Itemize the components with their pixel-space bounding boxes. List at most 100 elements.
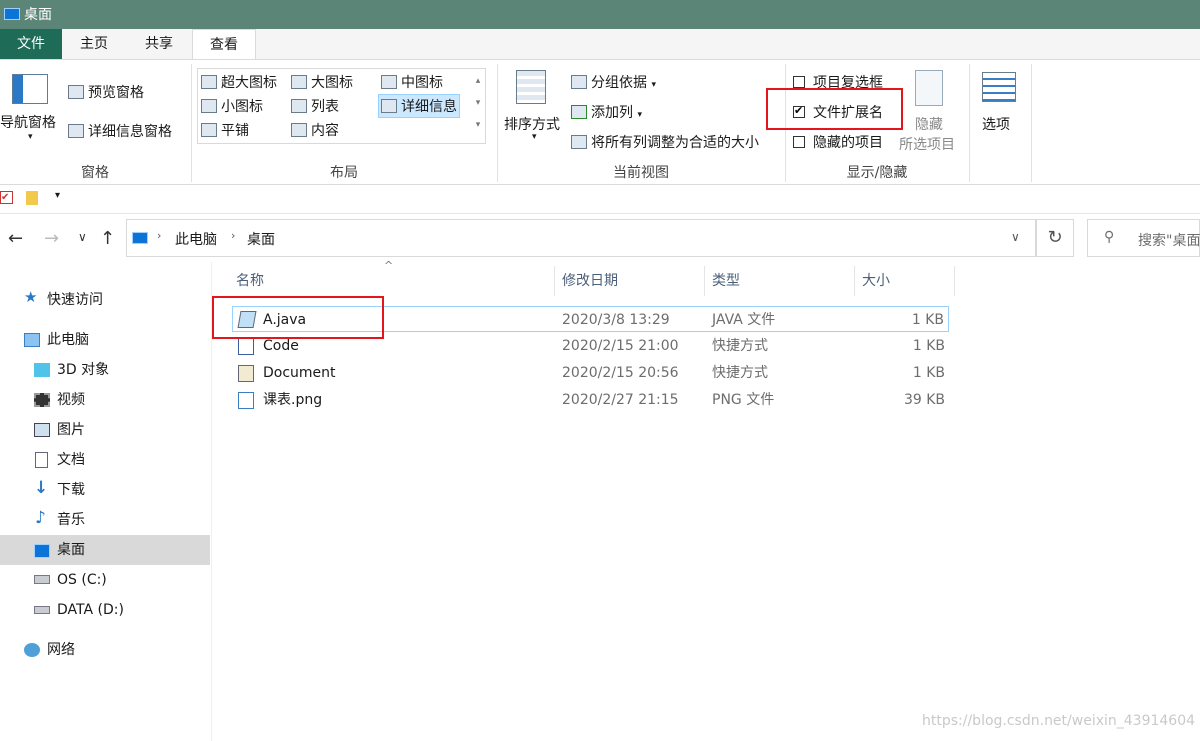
selected-items-label: 所选项目 xyxy=(899,137,955,153)
nav-pane-button[interactable]: 导航窗格 ▾ xyxy=(0,70,62,154)
chevron-down-icon: ▾ xyxy=(532,132,537,142)
details-icon xyxy=(381,99,397,113)
address-dropdown-icon[interactable]: ∨ xyxy=(1011,230,1020,244)
preview-pane-button[interactable]: 预览窗格 xyxy=(68,82,144,102)
column-separator[interactable] xyxy=(554,266,555,296)
sort-by-button[interactable]: 排序方式 ▾ xyxy=(502,68,566,154)
size-columns-icon xyxy=(571,135,587,149)
group-separator xyxy=(1031,64,1032,182)
nav-drive-c[interactable]: OS (C:) xyxy=(0,565,210,595)
nav-pictures[interactable]: 图片 xyxy=(0,415,210,445)
search-box[interactable]: ⚲ 搜索"桌面 xyxy=(1087,219,1200,257)
breadcrumb-this-pc[interactable]: 此电脑 xyxy=(175,229,217,249)
layout-scroll[interactable]: ▴ ▾ ▾ xyxy=(472,70,484,142)
address-bar[interactable]: › 此电脑 › 桌面 ∨ xyxy=(126,219,1036,257)
download-icon: ↓ xyxy=(34,478,49,498)
highlight-box xyxy=(766,88,903,130)
tab-view[interactable]: 查看 xyxy=(192,29,256,59)
breadcrumb-desktop[interactable]: 桌面 xyxy=(247,229,275,249)
document-icon xyxy=(35,452,48,468)
layout-small-icons[interactable]: 小图标 xyxy=(201,96,263,116)
details-pane-button[interactable]: 详细信息窗格 xyxy=(68,121,172,141)
large-icons-icon xyxy=(291,75,307,89)
customize-toolbar-icon[interactable]: ▾ xyxy=(55,190,60,201)
column-header-size[interactable]: 大小 xyxy=(862,266,890,296)
column-separator[interactable] xyxy=(854,266,855,296)
layout-list[interactable]: 列表 xyxy=(291,96,339,116)
tab-file[interactable]: 文件 xyxy=(0,29,62,59)
star-icon: ★ xyxy=(24,288,38,306)
column-separator[interactable] xyxy=(954,266,955,296)
layout-tiles[interactable]: 平铺 xyxy=(201,120,249,140)
size-all-columns-button[interactable]: 将所有列调整为合适的大小 xyxy=(571,132,759,152)
shortcut-icon xyxy=(238,338,254,355)
title-bar: 桌面 xyxy=(0,0,1200,29)
column-separator[interactable] xyxy=(704,266,705,296)
nav-quick-access[interactable]: ★ 快速访问 xyxy=(0,285,210,315)
column-header-date[interactable]: 修改日期 xyxy=(562,266,618,296)
layout-details[interactable]: 详细信息 xyxy=(378,94,460,118)
breadcrumb-chevron-icon: › xyxy=(157,229,162,242)
add-columns-icon xyxy=(571,105,587,119)
properties-icon[interactable]: ✔ xyxy=(0,191,13,204)
content-icon xyxy=(291,123,307,137)
nav-this-pc[interactable]: 此电脑 xyxy=(0,325,210,355)
nav-pane-label: 导航窗格 xyxy=(0,115,56,131)
file-date: 2020/2/27 21:15 xyxy=(562,392,679,408)
nav-drive-d[interactable]: DATA (D:) xyxy=(0,595,210,625)
watermark: https://blog.csdn.net/weixin_43914604 xyxy=(922,713,1196,729)
checkbox xyxy=(793,76,805,88)
add-columns-button[interactable]: 添加列 ▾ xyxy=(571,102,642,122)
nav-3d-objects[interactable]: 3D 对象 xyxy=(0,355,210,385)
file-type: 快捷方式 xyxy=(712,365,768,381)
medium-icons-icon xyxy=(381,75,397,89)
list-icon xyxy=(291,99,307,113)
tab-home[interactable]: 主页 xyxy=(62,29,126,59)
breadcrumb-chevron-icon: › xyxy=(231,229,236,242)
details-pane-icon xyxy=(68,124,84,138)
table-row[interactable]: Document 2020/2/15 20:56 快捷方式 1 KB xyxy=(232,360,949,386)
nav-network[interactable]: 网络 xyxy=(0,635,210,665)
column-header-type[interactable]: 类型 xyxy=(712,266,740,296)
layout-large-icons[interactable]: 大图标 xyxy=(291,72,353,92)
refresh-icon[interactable]: ↻ xyxy=(1036,219,1074,257)
group-label-current-view: 当前视图 xyxy=(613,165,669,181)
nav-music[interactable]: ♪ 音乐 xyxy=(0,505,210,535)
file-type: PNG 文件 xyxy=(712,392,775,408)
recent-locations-icon[interactable]: ∨ xyxy=(78,230,87,244)
hide-selected-button[interactable]: 隐藏 所选项目 xyxy=(899,68,961,154)
layout-content[interactable]: 内容 xyxy=(291,120,339,140)
highlight-box xyxy=(212,296,384,339)
drive-icon xyxy=(34,575,50,584)
options-button[interactable]: 选项 xyxy=(976,68,1024,154)
hide-selected-icon xyxy=(915,70,943,106)
tab-share[interactable]: 共享 xyxy=(126,29,192,59)
sort-by-label: 排序方式 xyxy=(504,117,560,133)
desktop-icon xyxy=(34,544,50,558)
network-icon xyxy=(24,643,40,657)
group-by-icon xyxy=(571,75,587,89)
back-arrow-icon[interactable]: ← xyxy=(8,228,23,249)
column-header-name[interactable]: 名称 xyxy=(236,266,264,296)
table-row[interactable]: 课表.png 2020/2/27 21:15 PNG 文件 39 KB xyxy=(232,387,949,413)
file-size: 1 KB xyxy=(912,365,945,381)
desktop-icon xyxy=(132,232,148,244)
hidden-items-toggle[interactable]: 隐藏的项目 xyxy=(793,132,883,152)
nav-videos[interactable]: 视频 xyxy=(0,385,210,415)
ribbon-tabs: 文件 主页 共享 查看 xyxy=(0,29,1200,59)
nav-downloads[interactable]: ↓ 下载 xyxy=(0,475,210,505)
nav-documents[interactable]: 文档 xyxy=(0,445,210,475)
chevron-down-icon: ▾ xyxy=(637,110,642,120)
file-size: 1 KB xyxy=(912,338,945,354)
up-arrow-icon[interactable]: ↑ xyxy=(100,228,115,249)
layout-extra-large-icons[interactable]: 超大图标 xyxy=(201,72,277,92)
layout-medium-icons[interactable]: 中图标 xyxy=(381,72,443,92)
quick-access-toolbar: ✔ ▾ xyxy=(0,185,1200,214)
folder-icon[interactable] xyxy=(26,191,38,205)
group-label-panes: 窗格 xyxy=(81,165,109,181)
group-by-button[interactable]: 分组依据 ▾ xyxy=(571,72,656,92)
options-label: 选项 xyxy=(982,117,1010,133)
nav-desktop[interactable]: 桌面 xyxy=(0,535,210,565)
chevron-down-icon: ▾ xyxy=(28,132,33,142)
forward-arrow-icon[interactable]: → xyxy=(44,228,59,249)
